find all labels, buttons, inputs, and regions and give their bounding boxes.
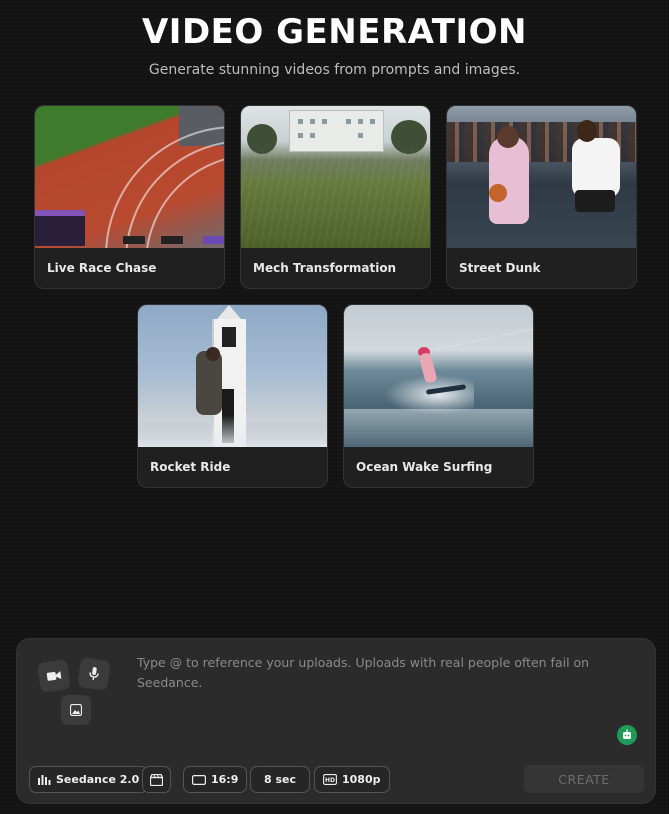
field-motion-thumbnail — [241, 106, 430, 248]
audio-upload-button[interactable] — [77, 657, 111, 691]
card-label: Street Dunk — [459, 261, 541, 275]
clapperboard-icon — [150, 773, 163, 786]
video-upload-icon — [46, 671, 62, 681]
model-label: Seedance 2.0 — [56, 773, 140, 786]
aspect-ratio-select[interactable]: 16:9 — [183, 766, 248, 793]
hd-icon: HD — [323, 774, 337, 785]
assistant-button[interactable] — [617, 725, 637, 745]
duration-label: 8 sec — [264, 773, 297, 786]
page-subtitle: Generate stunning videos from prompts an… — [148, 62, 521, 78]
create-button[interactable]: CREATE — [524, 765, 644, 793]
gallery-card-mech-transformation[interactable]: Mech Transformation — [240, 105, 431, 289]
rocket-climb-thumbnail — [138, 305, 327, 447]
gallery-card-street-dunk[interactable]: Street Dunk — [446, 105, 637, 289]
prompt-input[interactable]: Type @ to reference your uploads. Upload… — [137, 653, 607, 693]
card-label: Live Race Chase — [47, 261, 157, 275]
aspect-ratio-icon — [192, 774, 206, 785]
gallery-card-ocean-wake-surfing[interactable]: Ocean Wake Surfing — [343, 304, 534, 488]
image-upload-icon — [70, 704, 82, 716]
card-label: Ocean Wake Surfing — [356, 460, 493, 474]
card-label: Rocket Ride — [150, 460, 231, 474]
race-track-thumbnail — [35, 106, 224, 248]
card-label: Mech Transformation — [253, 261, 397, 275]
model-select[interactable]: Seedance 2.0 — [29, 766, 149, 793]
resolution-select[interactable]: HD 1080p — [314, 766, 390, 793]
wake-surf-thumbnail — [344, 305, 533, 447]
audio-upload-icon — [89, 667, 99, 681]
storyboard-button[interactable] — [142, 766, 171, 793]
page-title: VIDEO GENERATION — [141, 12, 528, 52]
prompt-composer: Type @ to reference your uploads. Upload… — [16, 638, 656, 804]
street-basketball-thumbnail — [447, 106, 636, 248]
resolution-label: 1080p — [342, 773, 381, 786]
duration-select[interactable]: 8 sec — [250, 766, 311, 793]
gallery-card-live-race-chase[interactable]: Live Race Chase — [34, 105, 225, 289]
aspect-label: 16:9 — [211, 773, 239, 786]
svg-text:HD: HD — [325, 777, 335, 784]
model-bars-icon — [38, 775, 51, 785]
gallery-card-rocket-ride[interactable]: Rocket Ride — [137, 304, 328, 488]
image-upload-button[interactable] — [61, 695, 91, 725]
video-upload-button[interactable] — [37, 659, 71, 693]
robot-icon — [623, 729, 631, 739]
